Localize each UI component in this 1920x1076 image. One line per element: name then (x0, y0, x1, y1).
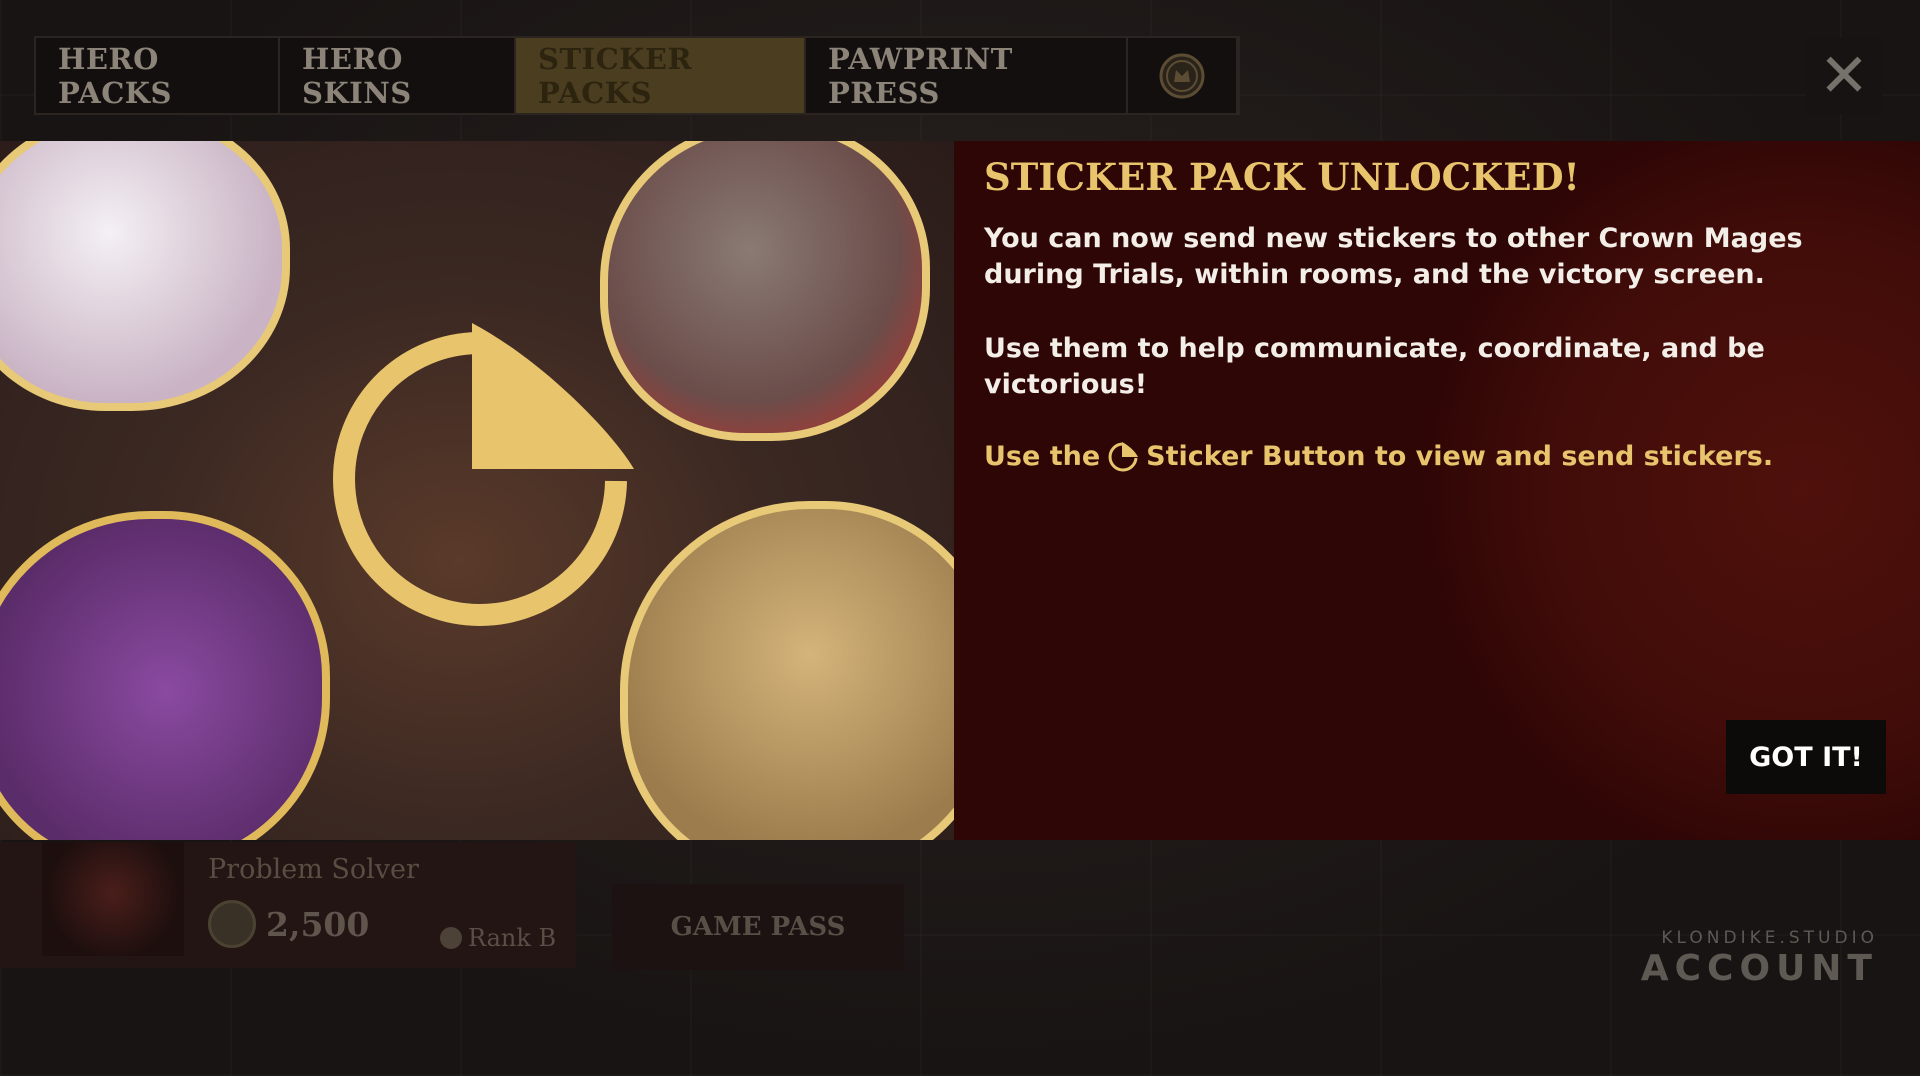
tab-pawprint-press[interactable]: PAWPRINT PRESS (806, 38, 1128, 113)
hint-suffix: Sticker Button to view and send stickers… (1146, 441, 1774, 472)
crown-coin-icon (1159, 53, 1205, 98)
modal-paragraph-2: Use them to help communicate, coordinate… (984, 333, 1765, 400)
tab-sticker-packs[interactable]: STICKER PACKS (516, 38, 806, 113)
rank-icon (440, 927, 462, 949)
coin-count: 2,500 (266, 904, 370, 944)
modal-title: STICKER PACK UNLOCKED! (984, 155, 1580, 199)
rank-label: Rank B (468, 924, 557, 952)
coin-icon (208, 900, 256, 948)
got-it-button[interactable]: GOT IT! (1726, 720, 1886, 794)
modal-paragraph-1: You can now send new stickers to other C… (984, 223, 1803, 290)
demon-sticker-image (0, 511, 330, 840)
profile-coins: 2,500 (208, 900, 369, 948)
sticker-large-icon (333, 323, 634, 626)
modal-hint: Use the Sticker Button to view and send … (984, 439, 1773, 475)
profile-rank: Rank B (440, 924, 556, 952)
close-icon: ✕ (1818, 41, 1870, 111)
close-button[interactable]: ✕ (1806, 38, 1882, 114)
studio-name: KLONDIKE.STUDIO (1661, 928, 1878, 948)
sticker-pack-artwork (0, 141, 954, 840)
bear-sticker-image (0, 141, 290, 411)
hint-prefix: Use the (984, 441, 1101, 472)
profile-name: Problem Solver (208, 854, 419, 885)
studio-account-logo[interactable]: KLONDIKE.STUDIO ACCOUNT (1641, 928, 1878, 989)
studio-account: ACCOUNT (1640, 948, 1878, 989)
game-pass-button[interactable]: GAME PASS (612, 884, 904, 970)
sticker-button-icon (1108, 442, 1139, 472)
tab-hero-skins[interactable]: HERO SKINS (280, 38, 516, 113)
store-tab-bar: HERO PACKS HERO SKINS STICKER PACKS PAWP… (34, 36, 1240, 115)
wolf-sticker-image (600, 141, 930, 441)
lion-sticker-image (620, 501, 954, 840)
sticker-unlocked-modal: STICKER PACK UNLOCKED! You can now send … (0, 141, 1920, 840)
tab-coins[interactable] (1128, 38, 1238, 113)
tab-hero-packs[interactable]: HERO PACKS (36, 38, 280, 113)
avatar (42, 842, 184, 956)
